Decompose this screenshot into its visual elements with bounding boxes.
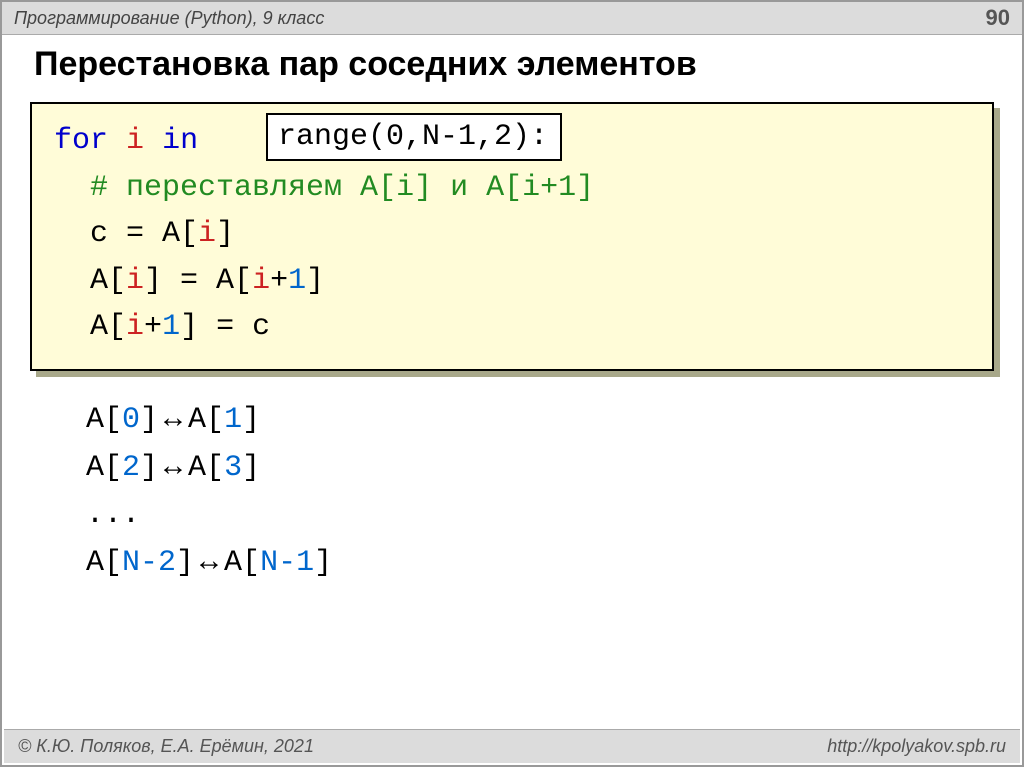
swap-arrow-icon: ↔: [158, 401, 188, 434]
page-number: 90: [986, 5, 1010, 31]
kw-in: in: [162, 124, 198, 158]
slide-footer: © К.Ю. Поляков, Е.А. Ерёмин, 2021 http:/…: [4, 729, 1020, 763]
range-inset: range(0,N-1,2):: [266, 113, 562, 161]
slide-title: Перестановка пар соседних элементов: [34, 45, 994, 84]
header-title: Программирование (Python), 9 класс: [14, 8, 324, 29]
swap-arrow-icon: ↔: [194, 544, 224, 577]
swap-list: A[0]↔A[1] A[2]↔A[3] ... A[N-2]↔A[N-1]: [86, 395, 994, 587]
footer-copyright: © К.Ю. Поляков, Е.А. Ерёмин, 2021: [18, 736, 314, 757]
swap-row-dots: ...: [86, 492, 994, 539]
slide-body: Перестановка пар соседних элементов for …: [2, 35, 1022, 765]
comment-line: # переставляем A[i] и A[i+1]: [90, 171, 594, 205]
slide-header: Программирование (Python), 9 класс 90: [2, 2, 1022, 35]
footer-url: http://kpolyakov.spb.ru: [827, 736, 1006, 757]
code-line-3: c = A[i]: [90, 217, 234, 251]
swap-row-4: A[N-2]↔A[N-1]: [86, 538, 994, 587]
swap-row-1: A[0]↔A[1]: [86, 395, 994, 444]
slide: Программирование (Python), 9 класс 90 Пе…: [0, 0, 1024, 767]
id-i: i: [126, 124, 144, 158]
kw-for: for: [54, 124, 108, 158]
swap-row-2: A[2]↔A[3]: [86, 443, 994, 492]
code-line-5: A[i+1] = c: [90, 310, 270, 344]
swap-arrow-icon: ↔: [158, 449, 188, 482]
code-line-4: A[i] = A[i+1]: [90, 264, 324, 298]
code-box: for i in # переставляем A[i] и A[i+1] c …: [30, 102, 994, 371]
